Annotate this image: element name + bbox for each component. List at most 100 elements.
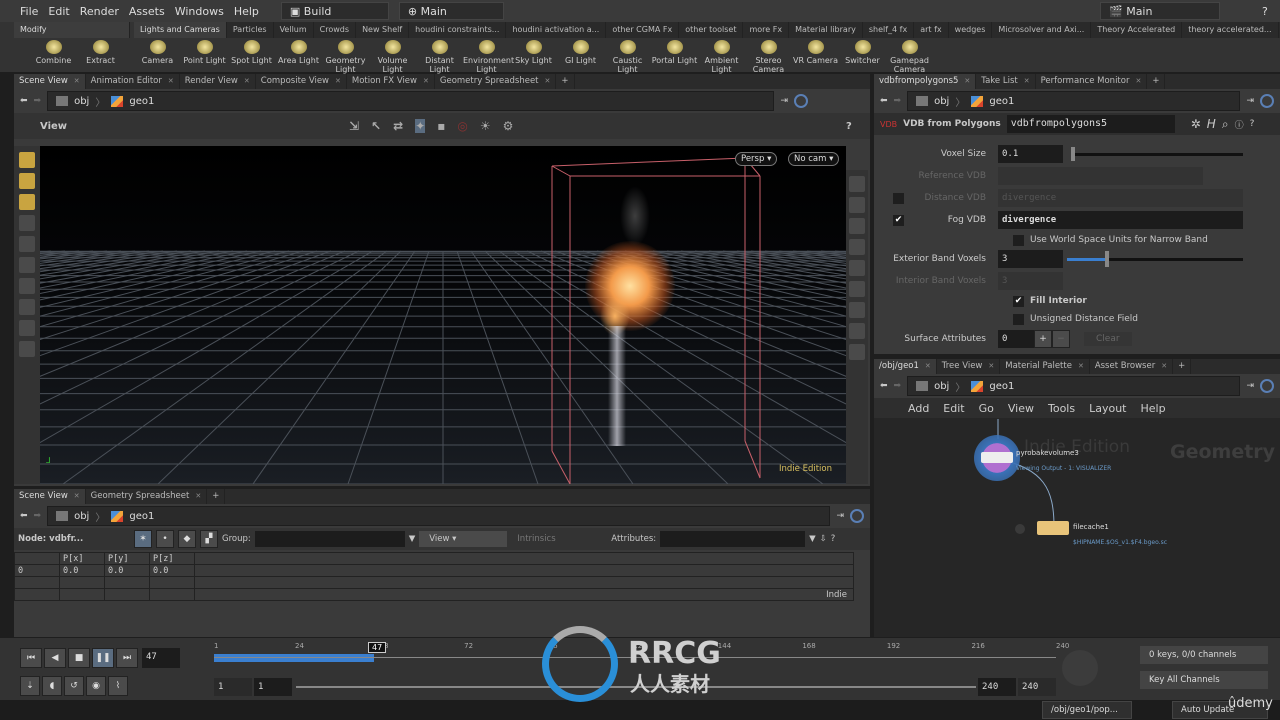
menu-edit[interactable]: Edit [48,5,69,18]
light-toggle-icon[interactable] [849,281,865,297]
tool-ambient-light[interactable]: Ambient Light [698,40,745,74]
key-icon[interactable] [1062,650,1098,686]
search-icon[interactable]: ⌕ [1222,117,1229,132]
detail-icon[interactable]: ▞ [200,530,218,548]
voxel-size-field[interactable]: 0.1 [998,145,1063,163]
tool-caustic-light[interactable]: Caustic Light [604,40,651,74]
range-start-field[interactable]: 1 [254,678,292,696]
lock-camera-icon[interactable] [849,218,865,234]
reference-vdb-field[interactable] [998,167,1203,185]
add-tab-icon[interactable]: + [207,489,226,504]
pin-icon[interactable]: ⇥ [836,511,844,521]
tool-extract[interactable]: Extract [77,40,124,65]
info-icon[interactable]: ⓘ [1235,118,1244,131]
menu-render[interactable]: Render [80,5,119,18]
vis-icon[interactable] [849,323,865,339]
tool-camera[interactable]: Camera [134,40,181,74]
tool-gi-light[interactable]: GI Light [557,40,604,74]
camera-menu[interactable]: No cam ▾ [788,152,840,166]
fill-interior-checkbox[interactable]: ✔ [1013,295,1024,307]
jump-start-icon[interactable]: ⏮ [20,648,42,668]
close-icon[interactable]: ✕ [74,77,80,85]
intrinsics-dropdown[interactable]: Intrinsics [511,534,607,544]
tool-geometry-light[interactable]: Geometry Light [322,40,369,74]
menu-help[interactable]: Help [234,5,259,18]
shelf-tab-material-library[interactable]: Material library [789,22,863,38]
shelf-tab-lights-and-cameras[interactable]: Lights and Cameras [134,22,227,38]
filter-icon[interactable]: ▼ [409,534,416,544]
filter-icon[interactable]: ▼ [809,534,816,544]
select-icon[interactable] [19,152,35,168]
tab-scene-view[interactable]: Scene View ✕ [14,489,86,504]
persp-menu[interactable]: Persp ▾ [735,152,778,166]
close-icon[interactable]: ✕ [244,77,250,85]
surface-attributes-field[interactable]: 0 [998,330,1034,348]
pose-icon[interactable] [19,299,35,315]
pin-icon[interactable]: ⇥ [1246,96,1254,106]
close-icon[interactable]: ✕ [335,77,341,85]
pointer-icon[interactable] [19,215,35,231]
help-icon[interactable]: ? [846,121,852,132]
frame-field[interactable]: 47 [142,648,180,668]
link-icon[interactable] [1260,94,1274,108]
back-icon[interactable]: ⬅ [880,96,888,106]
view-menu[interactable]: View [40,121,67,132]
tab-composite-view[interactable]: Composite View ✕ [256,74,347,89]
shelf-tab-houdini-activation-a[interactable]: houdini activation a... [506,22,607,38]
close-icon[interactable]: ✕ [168,77,174,85]
tab-geometry-spreadsheet[interactable]: Geometry Spreadsheet ✕ [86,489,208,504]
back-icon[interactable]: ⬅ [20,96,28,106]
jump-end-icon[interactable]: ⏭ [116,648,138,668]
points-icon[interactable]: ✶ [134,530,152,548]
display-icon[interactable]: ✦ [415,119,426,133]
realtime-icon[interactable]: ⇣ [20,676,40,696]
shelf-tab-vellum[interactable]: Vellum [273,22,314,38]
move-icon[interactable] [19,173,35,189]
distance-vdb-checkbox[interactable] [893,192,904,204]
light-icon[interactable]: ☀ [480,119,491,133]
tab-motion-fx-view[interactable]: Motion FX View ✕ [347,74,435,89]
current-frame-marker[interactable]: 47 [368,642,387,653]
menu-file[interactable]: File [20,5,38,18]
bypass-icon[interactable] [1015,524,1025,534]
shelf-tab-art-fx[interactable]: art fx [914,22,949,38]
pause-icon[interactable]: ❚❚ [92,648,114,668]
keys-channels-display[interactable]: 0 keys, 0/0 channels [1140,646,1268,664]
shelf-tab-other-toolset[interactable]: other toolset [679,22,744,38]
keyframe-icon[interactable]: ⌇ [108,676,128,696]
shelf-tab-new-shelf[interactable]: New Shelf [356,22,410,38]
play-mode-icon[interactable]: ◉ [86,676,106,696]
end-frame-field[interactable]: 240 [1018,678,1056,696]
tool-volume-light[interactable]: Volume Light [369,40,416,74]
shelf-tab-other-cgma-fx[interactable]: other CGMA Fx [606,22,680,38]
close-icon[interactable]: ✕ [964,77,970,85]
lock-icon[interactable] [19,236,35,252]
status-path[interactable]: /obj/geo1/pop... [1042,701,1132,719]
group-field[interactable] [254,531,405,547]
attributes-field[interactable] [660,531,806,547]
brush-icon[interactable] [19,320,35,336]
tab-render-view[interactable]: Render View ✕ [180,74,256,89]
select-tool-icon[interactable]: ⇲ [349,119,359,133]
shading-icon[interactable] [849,239,865,255]
close-icon[interactable]: ✕ [1024,77,1030,85]
close-icon[interactable]: ✕ [74,492,80,500]
path-field[interactable]: obj 〉 geo1 [47,506,831,526]
point-icon[interactable] [849,302,865,318]
stop-icon[interactable]: ■ [68,648,90,668]
record-icon[interactable]: ◎ [457,119,467,133]
view-dropdown[interactable]: View ▾ [419,531,508,547]
audio-icon[interactable]: ◖ [42,676,62,696]
add-tab-icon[interactable]: + [556,74,575,89]
clear-button[interactable]: Clear [1084,332,1132,346]
path-field[interactable]: obj 〉 geo1 [47,91,775,111]
table-row[interactable]: 0 0.0 0.0 0.0 [14,564,854,577]
shelf-tab-microsolver-and-axi[interactable]: Microsolver and Axi... [992,22,1092,38]
exterior-band-field[interactable]: 3 [998,250,1063,268]
pin-icon[interactable]: ⇥ [780,96,788,106]
shelf-tab-modify[interactable]: Modify [14,22,130,38]
desktop-select[interactable]: ▣ Build [280,2,389,20]
help-icon[interactable]: ? [1250,119,1255,129]
voxel-size-slider[interactable] [1071,146,1243,161]
play-reverse-icon[interactable]: ◀ [44,648,66,668]
